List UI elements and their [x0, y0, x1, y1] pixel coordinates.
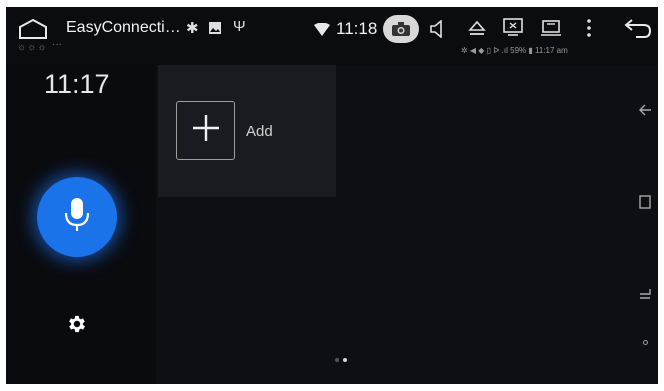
sub-status-line: ✲ ◀ ◆ ▯ ᐅ .ıl 59% ▮ 11:17 am	[461, 46, 568, 55]
screen: EasyConnecti… ✱ Ψ 11:18 ☼☼☼ ··· ✲ ◀ ◆ ▯ …	[6, 7, 658, 384]
menu-icon[interactable]	[584, 17, 594, 39]
add-button[interactable]	[176, 101, 235, 160]
usb-icon: Ψ	[233, 18, 246, 35]
page-dot	[335, 358, 339, 362]
plus-icon	[191, 113, 221, 148]
bluetooth-icon: ✱	[186, 20, 199, 37]
screenshot-icon[interactable]	[503, 18, 523, 36]
voice-button[interactable]	[37, 177, 117, 257]
settings-button[interactable]	[66, 313, 88, 335]
camera-icon[interactable]	[383, 15, 419, 43]
wifi-icon	[314, 23, 330, 36]
microphone-icon	[64, 197, 90, 238]
app-title: EasyConnecti…	[66, 19, 181, 36]
gear-icon	[66, 315, 88, 339]
clock: 11:17	[44, 69, 110, 99]
nav-home-icon[interactable]	[639, 195, 651, 209]
volume-icon[interactable]	[428, 19, 446, 39]
sub-indicators: ☼☼☼	[17, 42, 48, 53]
add-label: Add	[246, 123, 273, 140]
eject-icon[interactable]	[468, 18, 486, 38]
page-dot-active	[343, 358, 347, 362]
image-icon	[209, 22, 221, 34]
recents-icon[interactable]	[540, 19, 562, 37]
page-indicator	[335, 358, 347, 362]
nav-back-icon[interactable]	[638, 103, 652, 117]
back-icon[interactable]	[624, 17, 652, 39]
status-bar: EasyConnecti… ✱ Ψ 11:18 ☼☼☼ ··· ✲ ◀ ◆ ▯ …	[6, 7, 658, 65]
home-icon[interactable]	[18, 17, 48, 41]
sub-ellipsis: ···	[52, 39, 62, 50]
nav-dot-icon[interactable]	[643, 340, 648, 345]
status-time: 11:18	[336, 19, 378, 38]
nav-switch-icon[interactable]	[638, 285, 652, 301]
